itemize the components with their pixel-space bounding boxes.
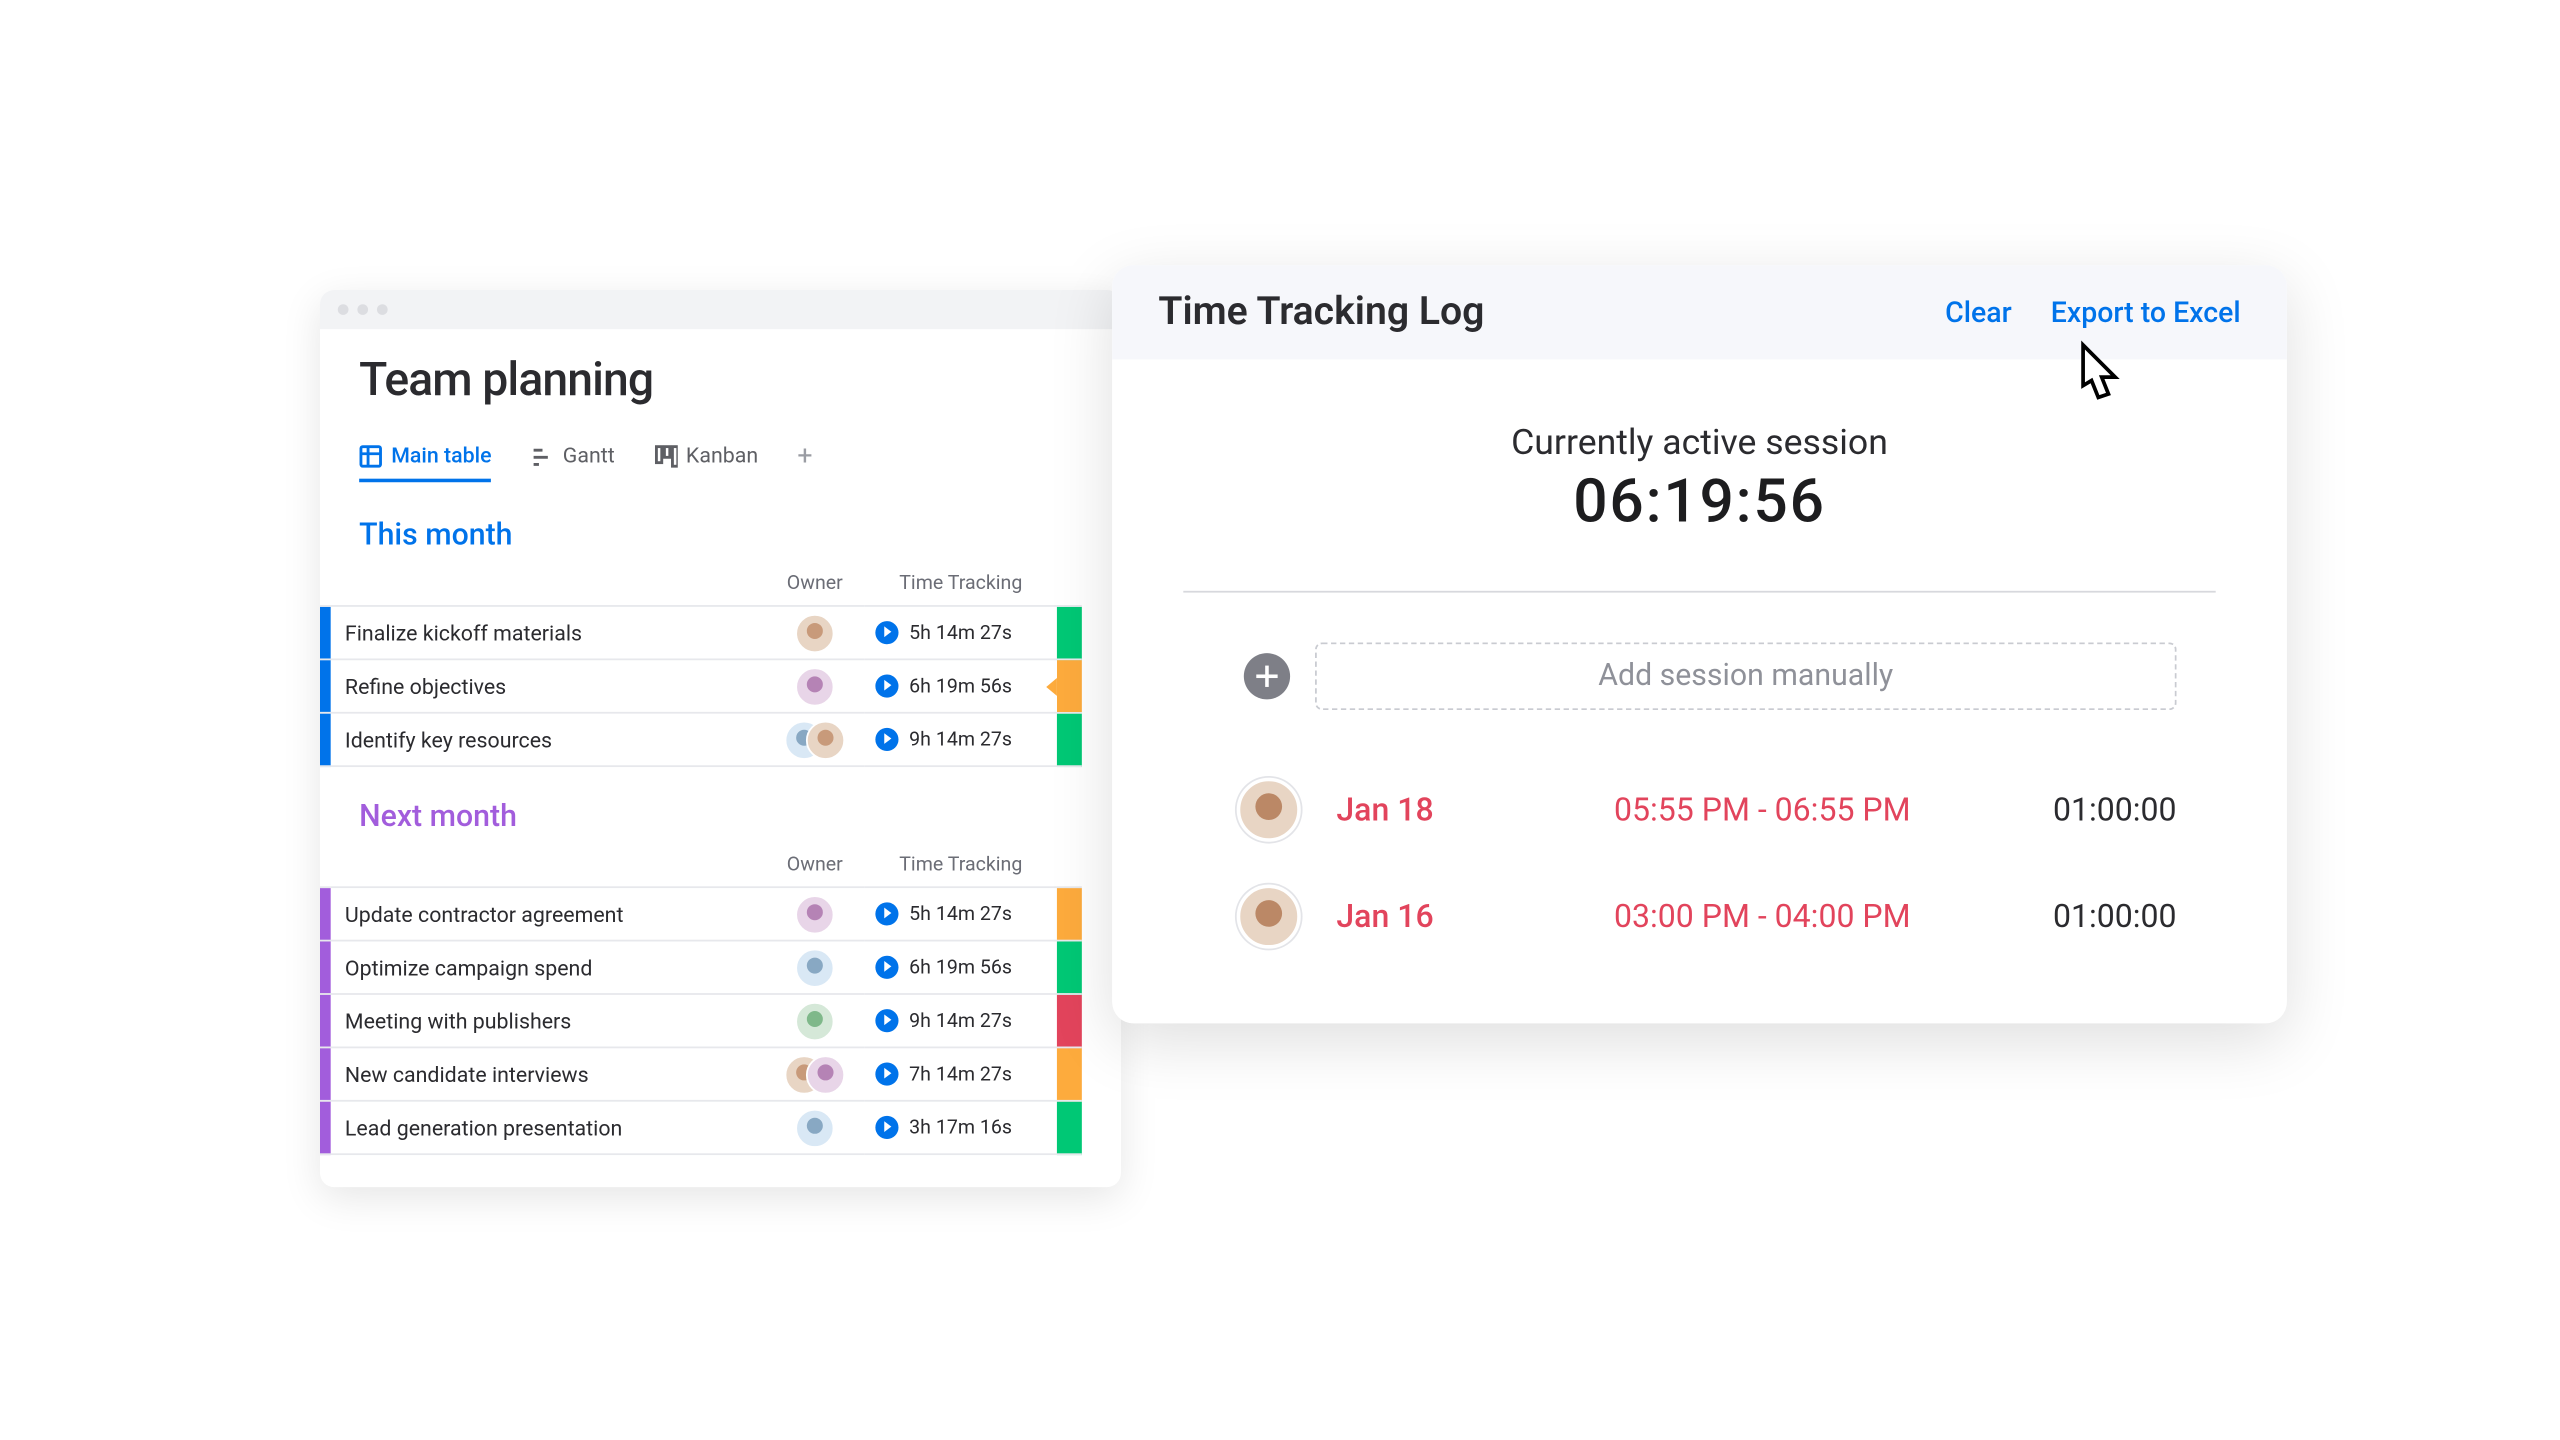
column-header-owner: Owner [765, 564, 865, 606]
time-value: 9h 14m 27s [909, 1009, 1012, 1032]
play-icon [875, 902, 898, 925]
table-row[interactable]: Refine objectives 6h 19m 56s [320, 659, 1082, 712]
log-duration: 01:00:00 [2053, 898, 2177, 935]
avatar[interactable] [795, 613, 834, 652]
add-view-button[interactable]: + [797, 440, 812, 486]
group-table: OwnerTime TrackingFinalize kickoff mater… [320, 564, 1082, 767]
row-name: Identify key resources [331, 713, 765, 766]
time-tracking-play[interactable]: 5h 14m 27s [875, 621, 1057, 644]
add-session-icon[interactable] [1244, 653, 1290, 699]
time-tracking-play[interactable]: 9h 14m 27s [875, 1009, 1057, 1032]
status-cell[interactable] [1057, 887, 1082, 940]
log-date: Jan 16 [1336, 898, 1471, 935]
time-value: 7h 14m 27s [909, 1063, 1012, 1086]
kanban-icon [654, 444, 677, 467]
avatar[interactable] [806, 1055, 845, 1094]
view-tabs: Main table Gantt Kanban + [359, 440, 1082, 486]
tab-label: Gantt [563, 443, 615, 468]
board-card: Team planning Main table Gantt Kanban + … [320, 290, 1121, 1187]
row-name: Finalize kickoff materials [331, 606, 765, 659]
status-cell[interactable] [1057, 713, 1082, 766]
time-value: 9h 14m 27s [909, 728, 1012, 751]
avatar[interactable] [795, 894, 834, 933]
time-tracking-play[interactable]: 7h 14m 27s [875, 1063, 1057, 1086]
avatar[interactable] [1237, 885, 1301, 949]
time-value: 5h 14m 27s [909, 902, 1012, 925]
group-title[interactable]: This month [359, 518, 1082, 554]
tab-label: Kanban [686, 443, 758, 468]
time-tracking-play[interactable]: 3h 17m 16s [875, 1116, 1057, 1139]
log-range: 03:00 PM - 04:00 PM [1507, 898, 2017, 935]
time-value: 6h 19m 56s [909, 956, 1012, 979]
group-table: OwnerTime TrackingUpdate contractor agre… [320, 845, 1082, 1155]
column-header-time: Time Tracking [865, 845, 1057, 887]
status-cell[interactable] [1057, 941, 1082, 994]
column-header-owner: Owner [765, 845, 865, 887]
table-icon [359, 444, 382, 467]
status-cell[interactable] [1057, 1101, 1082, 1154]
tab-gantt[interactable]: Gantt [531, 443, 615, 482]
panel-title: Time Tracking Log [1158, 290, 1484, 335]
avatar[interactable] [1237, 778, 1301, 842]
cursor-pointer-icon [2066, 338, 2134, 420]
window-titlebar [320, 290, 1121, 329]
row-name: Optimize campaign spend [331, 941, 765, 994]
tab-kanban[interactable]: Kanban [654, 443, 758, 482]
play-icon [875, 674, 898, 697]
group-title[interactable]: Next month [359, 799, 1082, 835]
time-tracking-play[interactable]: 6h 19m 56s [875, 956, 1057, 979]
log-range: 05:55 PM - 06:55 PM [1507, 791, 2017, 828]
time-value: 5h 14m 27s [909, 621, 1012, 644]
avatar[interactable] [795, 666, 834, 705]
avatar[interactable] [795, 1108, 834, 1147]
active-session-label: Currently active session [1183, 420, 2215, 463]
time-tracking-play[interactable]: 6h 19m 56s [875, 674, 1057, 697]
table-row[interactable]: Identify key resources 9h 14m 27s [320, 713, 1082, 766]
active-session-time: 06:19:56 [1183, 466, 2215, 537]
tab-main-table[interactable]: Main table [359, 443, 491, 482]
play-icon [875, 956, 898, 979]
play-icon [875, 1009, 898, 1032]
status-cell[interactable] [1057, 994, 1082, 1047]
status-cell[interactable] [1057, 606, 1082, 659]
time-value: 6h 19m 56s [909, 674, 1012, 697]
board-title: Team planning [359, 354, 1082, 407]
table-row[interactable]: Update contractor agreement 5h 14m 27s [320, 887, 1082, 940]
avatar[interactable] [806, 720, 845, 759]
table-row[interactable]: Meeting with publishers 9h 14m 27s [320, 994, 1082, 1047]
row-name: Lead generation presentation [331, 1101, 765, 1154]
log-row[interactable]: Jan 16 03:00 PM - 04:00 PM 01:00:00 [1183, 863, 2215, 970]
row-name: Update contractor agreement [331, 887, 765, 940]
log-date: Jan 18 [1336, 791, 1471, 828]
time-value: 3h 17m 16s [909, 1116, 1012, 1139]
status-cell[interactable] [1057, 659, 1082, 712]
row-name: New candidate interviews [331, 1047, 765, 1100]
log-row[interactable]: Jan 18 05:55 PM - 06:55 PM 01:00:00 [1183, 756, 2215, 863]
log-duration: 01:00:00 [2053, 791, 2177, 828]
clear-button[interactable]: Clear [1945, 295, 2012, 329]
table-row[interactable]: Lead generation presentation 3h 17m 16s [320, 1101, 1082, 1154]
table-row[interactable]: New candidate interviews 7h 14m 27s [320, 1047, 1082, 1100]
play-icon [875, 1116, 898, 1139]
panel-header: Time Tracking Log Clear Export to Excel [1112, 265, 2287, 359]
play-icon [875, 728, 898, 751]
time-tracking-panel: Time Tracking Log Clear Export to Excel … [1112, 265, 2287, 1023]
row-name: Refine objectives [331, 659, 765, 712]
table-row[interactable]: Optimize campaign spend 6h 19m 56s [320, 941, 1082, 994]
gantt-icon [531, 444, 554, 467]
play-icon [875, 621, 898, 644]
table-row[interactable]: Finalize kickoff materials 5h 14m 27s [320, 606, 1082, 659]
column-header-time: Time Tracking [865, 564, 1057, 606]
time-tracking-play[interactable]: 9h 14m 27s [875, 728, 1057, 751]
add-session-button[interactable]: Add session manually [1315, 642, 2177, 710]
play-icon [875, 1063, 898, 1086]
avatar[interactable] [795, 1001, 834, 1040]
row-name: Meeting with publishers [331, 994, 765, 1047]
status-cell[interactable] [1057, 1047, 1082, 1100]
export-button[interactable]: Export to Excel [2051, 295, 2241, 329]
divider [1183, 591, 2215, 593]
time-tracking-play[interactable]: 5h 14m 27s [875, 902, 1057, 925]
tab-label: Main table [391, 443, 491, 468]
avatar[interactable] [795, 948, 834, 987]
